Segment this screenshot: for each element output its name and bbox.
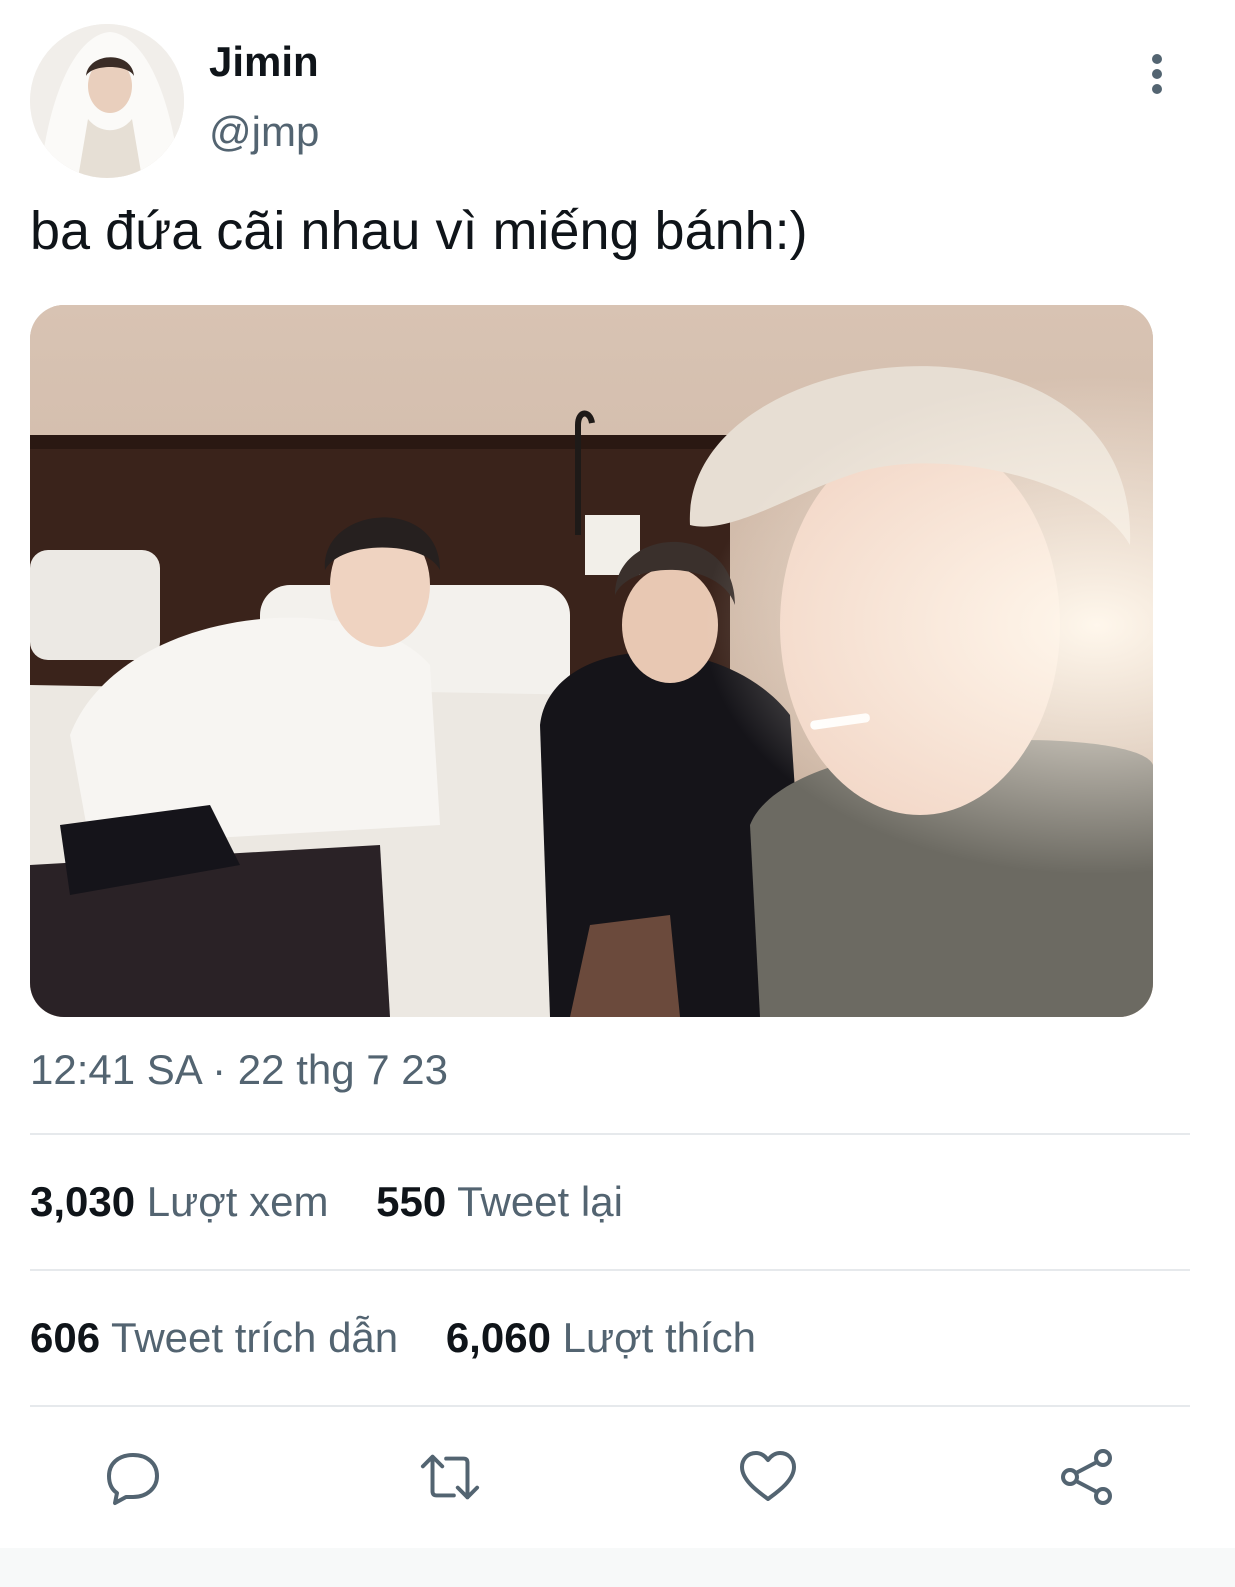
tweet-timestamp[interactable]: 12:41 SA · 22 thg 7 23	[30, 1046, 448, 1094]
stats-row-1: 3,030 Lượt xem 550 Tweet lại	[30, 1178, 659, 1226]
reply-icon	[107, 1453, 159, 1505]
retweet-icon	[420, 1454, 480, 1500]
share-icon	[1061, 1449, 1112, 1505]
divider	[30, 1269, 1190, 1271]
views-label: Lượt xem	[146, 1178, 329, 1225]
bottom-bar	[0, 1548, 1235, 1587]
retweet-button[interactable]	[419, 1446, 481, 1508]
share-button[interactable]	[1056, 1446, 1118, 1508]
likes-stat[interactable]: 6,060 Lượt thích	[446, 1314, 756, 1362]
retweets-count: 550	[376, 1178, 447, 1225]
likes-label: Lượt thích	[562, 1314, 757, 1361]
stats-row-2: 606 Tweet trích dẫn 6,060 Lượt thích	[30, 1314, 792, 1362]
quotes-label: Tweet trích dẫn	[111, 1314, 399, 1361]
more-vertical-icon	[1152, 54, 1162, 94]
more-options-button[interactable]	[1132, 50, 1182, 100]
user-handle[interactable]: @jmp	[209, 108, 319, 156]
avatar-image	[30, 24, 184, 178]
retweets-stat[interactable]: 550 Tweet lại	[376, 1178, 623, 1226]
divider	[30, 1405, 1190, 1407]
retweets-label: Tweet lại	[457, 1178, 623, 1225]
divider	[30, 1133, 1190, 1135]
heart-icon	[740, 1451, 796, 1501]
tweet-photo[interactable]	[30, 305, 1153, 1017]
quotes-count: 606	[30, 1314, 101, 1361]
likes-count: 6,060	[445, 1314, 551, 1361]
views-stat[interactable]: 3,030 Lượt xem	[30, 1178, 328, 1226]
like-button[interactable]	[737, 1446, 799, 1508]
views-count: 3,030	[30, 1178, 136, 1225]
quotes-stat[interactable]: 606 Tweet trích dẫn	[30, 1314, 398, 1362]
profile-avatar[interactable]	[30, 24, 184, 178]
tweet-text: ba đứa cãi nhau vì miếng bánh:)	[30, 201, 808, 261]
user-display-name[interactable]: Jimin	[209, 38, 319, 86]
reply-button[interactable]	[102, 1446, 164, 1508]
photo-illustration	[30, 305, 1153, 1017]
